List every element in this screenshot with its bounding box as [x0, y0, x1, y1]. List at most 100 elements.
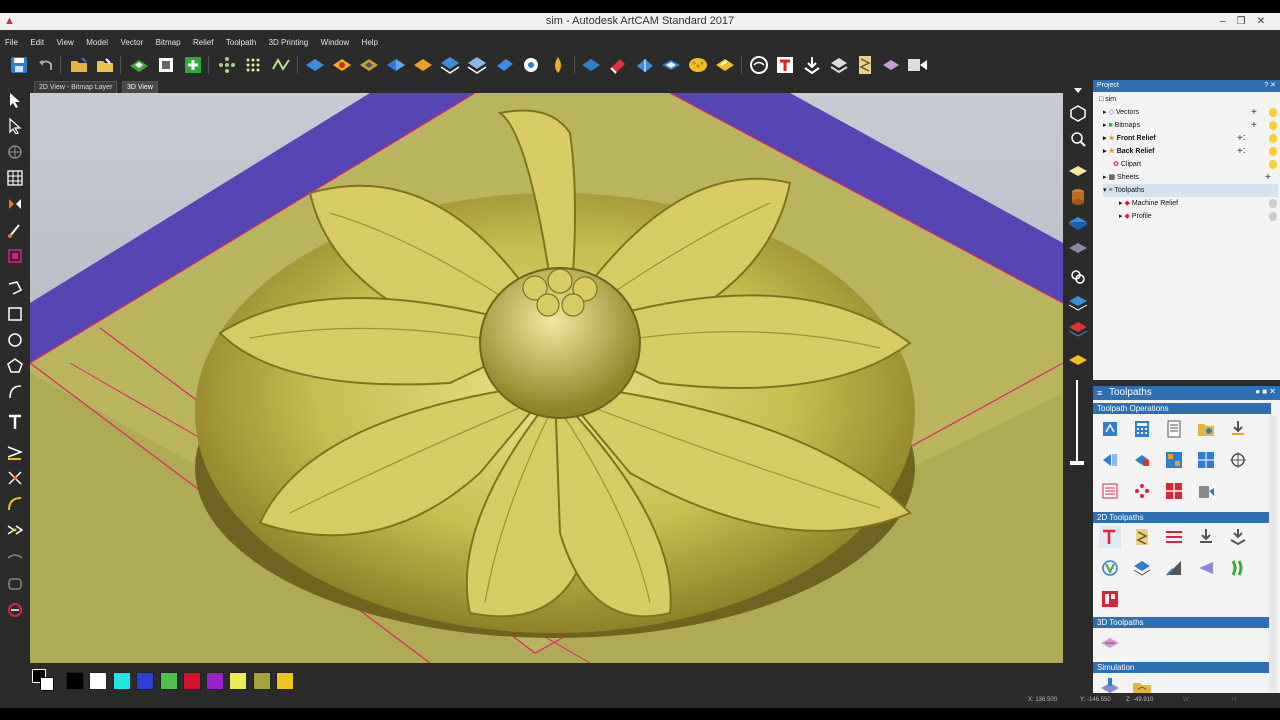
- swatch-olive[interactable]: [253, 672, 271, 690]
- text-tool-icon[interactable]: [774, 54, 796, 76]
- fillet-icon[interactable]: [5, 494, 25, 514]
- lightbulb-off-icon[interactable]: [1269, 212, 1277, 221]
- circle-icon[interactable]: [5, 330, 25, 350]
- weave-icon[interactable]: [748, 54, 770, 76]
- swatch-black[interactable]: [66, 672, 84, 690]
- crop-icon[interactable]: [5, 246, 25, 266]
- arc-icon[interactable]: [5, 382, 25, 402]
- relief-red-view-icon[interactable]: [1067, 318, 1089, 340]
- add-back-relief-icon[interactable]: +∶: [1237, 145, 1245, 158]
- swatch-purple[interactable]: [206, 672, 224, 690]
- section-simulation[interactable]: Simulation: [1093, 662, 1271, 673]
- select-pointer-icon[interactable]: [5, 90, 25, 110]
- pocket-toolpath-icon[interactable]: [1227, 557, 1249, 579]
- relief-spin-icon[interactable]: [520, 54, 542, 76]
- relief-blue-icon[interactable]: [304, 54, 326, 76]
- rounded-rect-icon[interactable]: [5, 574, 25, 594]
- lightbulb-icon[interactable]: [1269, 121, 1277, 130]
- zoom-slider-handle[interactable]: [1070, 461, 1084, 465]
- import-icon[interactable]: [801, 54, 823, 76]
- menu-window[interactable]: Window: [318, 35, 352, 50]
- tree-item-vectors[interactable]: ▸ ◇ Vectors: [1103, 106, 1139, 119]
- project-root[interactable]: □ sim: [1099, 93, 1116, 106]
- drop-icon[interactable]: [547, 54, 569, 76]
- extend-icon[interactable]: [5, 548, 25, 568]
- toolpath-preview-icon[interactable]: [1099, 449, 1121, 471]
- lightbulb-off-icon[interactable]: [1269, 199, 1277, 208]
- layers-icon[interactable]: [828, 54, 850, 76]
- transform-toolpath-icon[interactable]: [1227, 449, 1249, 471]
- text-icon[interactable]: [5, 412, 25, 432]
- chamfer-toolpath-icon[interactable]: [1163, 557, 1185, 579]
- menu-view[interactable]: View: [54, 35, 77, 50]
- tool-database-icon[interactable]: [1195, 418, 1217, 440]
- calculate-toolpath-icon[interactable]: [1099, 418, 1121, 440]
- lightbulb-icon[interactable]: [1269, 108, 1277, 117]
- send-to-machine-icon[interactable]: [906, 54, 928, 76]
- menu-bitmap[interactable]: Bitmap: [153, 35, 184, 50]
- minimize-button[interactable]: –: [1214, 13, 1232, 30]
- project-header-controls[interactable]: ? ✕: [1264, 80, 1276, 92]
- close-button[interactable]: ✕: [1252, 13, 1270, 30]
- dotted-grid-icon[interactable]: [243, 54, 265, 76]
- close-view-icon[interactable]: [1067, 80, 1089, 102]
- measure-icon[interactable]: [5, 600, 25, 620]
- brush-icon[interactable]: [5, 220, 25, 240]
- menu-help[interactable]: Help: [359, 35, 381, 50]
- polygon-icon[interactable]: [5, 356, 25, 376]
- toolpath-grid-icon[interactable]: [1195, 449, 1217, 471]
- menu-file[interactable]: File: [2, 35, 21, 50]
- menu-edit[interactable]: Edit: [27, 35, 47, 50]
- section-toolpath-operations[interactable]: Toolpath Operations: [1093, 403, 1271, 414]
- swatch-cyan[interactable]: [113, 672, 131, 690]
- rectangle-icon[interactable]: [5, 304, 25, 324]
- tree-item-back-relief[interactable]: ▸ ★ Back Relief: [1103, 145, 1154, 158]
- raster-toolpath-icon[interactable]: [1163, 526, 1185, 548]
- toolpath-template-icon[interactable]: [1163, 449, 1185, 471]
- profile-toolpath-icon[interactable]: [1099, 526, 1121, 548]
- relief-blue-view-icon[interactable]: [1067, 212, 1089, 234]
- curve-nodes-icon[interactable]: [270, 54, 292, 76]
- add-front-relief-icon[interactable]: +∶: [1237, 132, 1245, 145]
- relief-grey-icon[interactable]: [1067, 238, 1089, 260]
- swatch-red[interactable]: [183, 672, 201, 690]
- relief-flat-icon[interactable]: [580, 54, 602, 76]
- tree-item-toolpaths[interactable]: ▾ ≡ Toolpaths: [1103, 184, 1278, 197]
- lightbulb-icon[interactable]: [1269, 147, 1277, 156]
- swatch-green[interactable]: [160, 672, 178, 690]
- relief-layer-icon[interactable]: [439, 54, 461, 76]
- lightbulb-icon[interactable]: [1269, 160, 1277, 169]
- save-toolpath-icon[interactable]: [1227, 418, 1249, 440]
- eraser-icon[interactable]: [607, 54, 629, 76]
- post-process-icon[interactable]: [1195, 480, 1217, 502]
- open-folder-icon[interactable]: [68, 54, 90, 76]
- tree-item-sheets[interactable]: ▸ ▦ Sheets: [1103, 171, 1139, 184]
- menu-relief[interactable]: Relief: [190, 35, 216, 50]
- add-bitmap-icon[interactable]: +: [1251, 119, 1257, 132]
- offset-icon[interactable]: [5, 442, 25, 462]
- tab-3d-view[interactable]: 3D View: [122, 81, 158, 93]
- relief-split-icon[interactable]: [385, 54, 407, 76]
- relief-white-icon[interactable]: [1067, 160, 1089, 182]
- add-sheet-icon[interactable]: +: [1265, 171, 1271, 184]
- material-block-icon[interactable]: [880, 54, 902, 76]
- drill-points-icon[interactable]: [1131, 480, 1153, 502]
- restore-button[interactable]: ❐: [1232, 13, 1250, 30]
- trim-icon[interactable]: [5, 468, 25, 488]
- swatch-white[interactable]: [89, 672, 107, 690]
- lightbulb-icon[interactable]: [1269, 134, 1277, 143]
- toolpath-merge-icon[interactable]: [1131, 449, 1153, 471]
- open-project-icon[interactable]: [94, 54, 116, 76]
- inlay-toolpath-icon[interactable]: [1227, 526, 1249, 548]
- menu-vector[interactable]: Vector: [118, 35, 147, 50]
- section-3d-toolpaths[interactable]: 3D Toolpaths: [1093, 617, 1271, 628]
- toolpath-tiles-icon[interactable]: [1163, 480, 1185, 502]
- model-frame-icon[interactable]: [155, 54, 177, 76]
- menu-toolpath[interactable]: Toolpath: [223, 35, 259, 50]
- tree-item-machine-relief[interactable]: ▸ ◆ Machine Relief: [1119, 197, 1178, 210]
- relief-gold-icon[interactable]: [358, 54, 380, 76]
- relief-red-icon[interactable]: [331, 54, 353, 76]
- feature-machining-icon[interactable]: [1099, 588, 1121, 610]
- tree-item-front-relief[interactable]: ▸ ★ Front Relief: [1103, 132, 1156, 145]
- swatch-gold[interactable]: [276, 672, 294, 690]
